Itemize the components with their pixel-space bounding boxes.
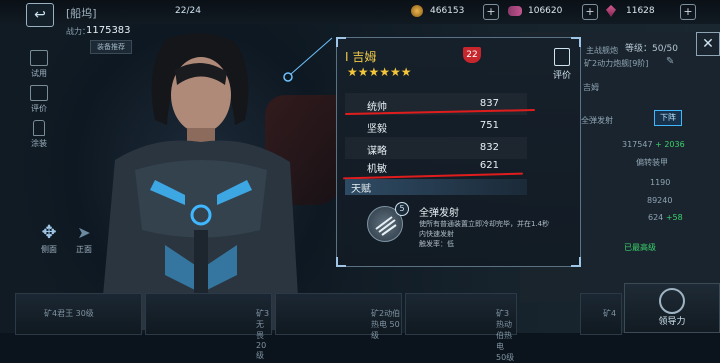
stat-label: 统帅 xyxy=(367,102,387,113)
front-view-button[interactable]: ➤ 正面 xyxy=(70,222,98,260)
side-view-label: 侧面 xyxy=(41,245,57,254)
paint-bottle-icon xyxy=(33,120,45,136)
add-gold-button[interactable]: + xyxy=(483,4,499,20)
popup-corner xyxy=(571,257,581,267)
level-badge: 22 xyxy=(463,47,481,63)
talent-trigger-rate: 触发率：低 xyxy=(419,240,454,248)
sidebar-item-label: 涂装 xyxy=(31,139,47,148)
slot-label: 矿3无畏 20级 xyxy=(256,309,270,360)
gold-icon xyxy=(411,5,423,17)
stat-value: 621 xyxy=(479,160,499,171)
front-view-label: 正面 xyxy=(76,245,92,254)
move-icon: ✥ xyxy=(41,222,57,243)
star-rating: ★★★★★★ xyxy=(347,65,412,79)
talent-header-bar xyxy=(345,179,527,195)
edit-icon[interactable]: ✎ xyxy=(666,56,674,67)
stat-row: 坚毅 751 xyxy=(345,115,527,137)
fuel-icon xyxy=(508,6,522,16)
talent-name: 全弹发射 xyxy=(419,208,459,219)
ship-slot-5[interactable]: 矿4 xyxy=(580,293,622,335)
stat-value-1: 317547 + 2036 xyxy=(622,140,685,149)
slot-label: 矿3热动伯热电 50级 xyxy=(496,309,515,362)
sidebar-item-trial[interactable]: 试用 xyxy=(27,50,51,79)
back-button[interactable]: ↩ xyxy=(26,3,54,27)
rate-label: 评价 xyxy=(552,71,571,81)
screen-title: [船坞] xyxy=(66,7,97,20)
pointer-line xyxy=(283,37,333,82)
popup-corner xyxy=(336,37,346,47)
stat-value: 751 xyxy=(479,120,499,131)
talent-desc-line: 内快速发射 xyxy=(419,230,454,238)
close-icon[interactable]: ✕ xyxy=(696,32,720,56)
talent-header: 天赋 xyxy=(351,184,371,195)
stat-value-3: 1190 xyxy=(650,178,671,187)
add-fuel-button[interactable]: + xyxy=(582,4,598,20)
clipboard-icon xyxy=(30,50,48,66)
talent-description: 使所有普通装置立即冷却完毕，并在1.4秒 内快速发射 触发率：低 xyxy=(419,219,579,249)
ship-tag-main: 主战舰炮 xyxy=(586,46,618,55)
ship-front-icon: ➤ xyxy=(77,223,91,242)
max-level-label: 已最高级 xyxy=(624,243,656,252)
crystal-value: 11628 xyxy=(626,6,655,16)
stat-label: 坚毅 xyxy=(367,124,387,135)
document-icon xyxy=(554,48,570,66)
popup-corner xyxy=(336,257,346,267)
leadership-button[interactable]: 领导力 xyxy=(624,283,720,333)
stat-value: 832 xyxy=(479,142,499,153)
gold-value: 466153 xyxy=(430,6,465,16)
dismiss-button[interactable]: 下阵 xyxy=(654,110,682,126)
ship-tag-class: 矿2动力炮舰[9阶] xyxy=(584,59,649,68)
ship-level: 等级：50/50 xyxy=(625,44,678,54)
slot-label: 矿2动伯热电 50级 xyxy=(371,309,401,340)
captain-name: I 吉姆 xyxy=(345,50,377,64)
add-crystal-button[interactable]: + xyxy=(680,4,696,20)
ship-slot-3[interactable]: 矿2动伯热电 50级 xyxy=(275,293,402,340)
document-icon xyxy=(30,85,48,101)
stat-value: 837 xyxy=(479,98,499,109)
equip-skill-label: 全弹发射 xyxy=(581,116,613,125)
armor-type: 偏转装甲 xyxy=(636,158,668,167)
sidebar-item-paint[interactable]: 涂装 xyxy=(27,120,51,149)
side-view-button[interactable]: ✥ 侧面 xyxy=(35,222,63,260)
steering-wheel-icon xyxy=(659,288,685,314)
ship-slot-2[interactable]: 矿3无畏 20级 xyxy=(145,293,272,360)
captain-name: 吉姆 xyxy=(583,83,599,92)
rate-button[interactable]: 评价 xyxy=(547,46,577,86)
talent-desc-line: 使所有普通装置立即冷却完毕，并在1.4秒 xyxy=(419,220,550,228)
slot-label: 矿4 xyxy=(603,309,617,318)
leadership-label: 领导力 xyxy=(658,317,686,327)
middle-counter: 22/24 xyxy=(175,6,201,16)
ship-slot-4[interactable]: 矿3热动伯热电 50级 xyxy=(405,293,517,362)
fuel-value: 106620 xyxy=(528,6,563,16)
slot-label: 矿4君王 30级 xyxy=(44,309,94,318)
sidebar-item-label: 试用 xyxy=(31,69,47,78)
character-portrait xyxy=(95,30,305,330)
stat-label: 机敏 xyxy=(367,164,387,175)
talent-level-badge: 5 xyxy=(395,202,409,216)
captain-detail-popup: I 吉姆 22 ★★★★★★ 评价 统帅 837 坚毅 751 谋略 832 机… xyxy=(336,37,581,267)
ship-slot-1[interactable]: 矿4君王 30级 xyxy=(15,293,142,335)
stat-value-4: 89240 xyxy=(647,196,673,205)
stat-value-5: 624 +58 xyxy=(648,213,683,222)
sidebar-item-rate[interactable]: 评价 xyxy=(27,85,51,114)
sidebar-item-label: 评价 xyxy=(31,104,47,113)
